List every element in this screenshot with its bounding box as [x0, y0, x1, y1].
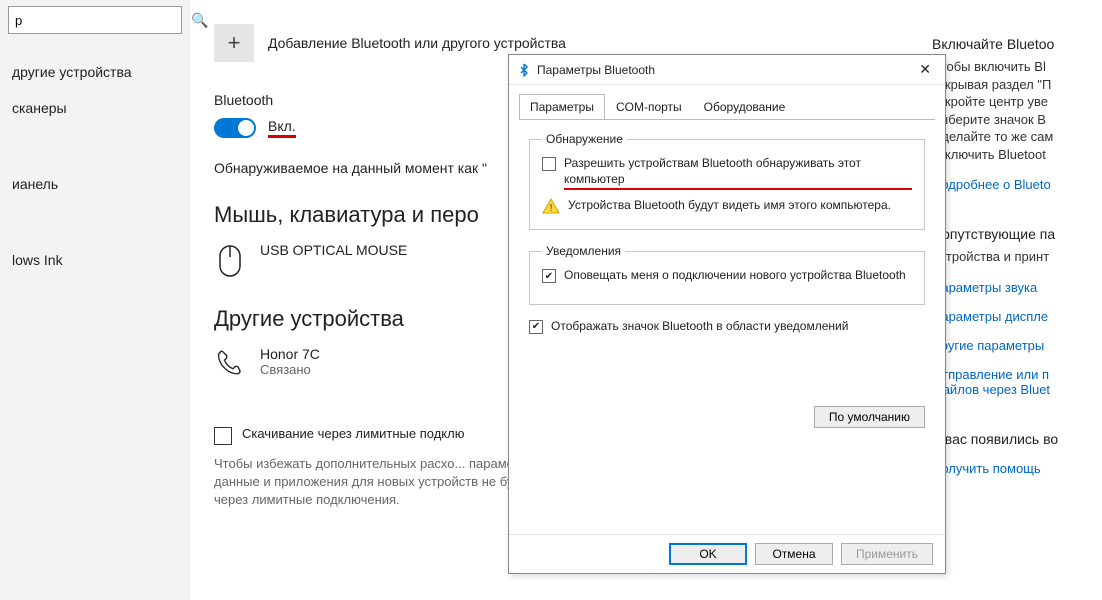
- apply-button[interactable]: Применить: [841, 543, 933, 565]
- device-name: USB OPTICAL MOUSE: [260, 242, 407, 258]
- show-tray-icon-label: Отображать значок Bluetooth в области ув…: [551, 319, 848, 335]
- link-send-files[interactable]: Отправление или п файлов через Bluet: [932, 367, 1098, 397]
- restore-defaults-button[interactable]: По умолчанию: [814, 406, 925, 428]
- right-heading-3: У вас появились во: [932, 431, 1098, 447]
- ok-button[interactable]: OK: [669, 543, 747, 565]
- settings-sidebar: 🔍 другие устройства сканеры ианель lows …: [0, 0, 190, 600]
- svg-text:!: !: [550, 203, 553, 214]
- sidebar-item-panel[interactable]: ианель: [0, 166, 190, 202]
- cancel-button[interactable]: Отмена: [755, 543, 833, 565]
- bluetooth-toggle-label: Вкл.: [268, 118, 296, 138]
- notifications-legend: Уведомления: [542, 244, 625, 258]
- notify-new-device-label: Оповещать меня о подключении нового устр…: [564, 268, 906, 284]
- device-status: Связано: [260, 362, 320, 377]
- related-panel: Включайте Bluetoo Чтобы включить Bl откр…: [932, 0, 1102, 600]
- bluetooth-settings-dialog: Параметры Bluetooth ✕ Параметры COM-порт…: [508, 54, 946, 574]
- link-get-help[interactable]: Получить помощь: [932, 461, 1098, 476]
- tab-hardware[interactable]: Оборудование: [693, 94, 797, 120]
- tab-parameters[interactable]: Параметры: [519, 94, 605, 120]
- search-box[interactable]: 🔍: [8, 6, 182, 34]
- bluetooth-toggle[interactable]: [214, 118, 256, 138]
- dialog-tabs: Параметры COM-порты Оборудование: [509, 85, 945, 119]
- notifications-group: Уведомления Оповещать меня о подключении…: [529, 244, 925, 305]
- allow-discovery-label: Разрешить устройствам Bluetooth обнаружи…: [564, 156, 912, 190]
- search-input[interactable]: [15, 13, 191, 28]
- dialog-title: Параметры Bluetooth: [537, 63, 913, 77]
- tab-com-ports[interactable]: COM-порты: [605, 94, 693, 120]
- plus-icon: +: [228, 30, 241, 56]
- link-more-bluetooth[interactable]: Подробнее о Blueto: [932, 177, 1098, 192]
- metered-download-checkbox[interactable]: [214, 427, 232, 445]
- right-heading-1: Включайте Bluetoo: [932, 36, 1098, 52]
- notify-new-device-checkbox[interactable]: [542, 269, 556, 283]
- dialog-titlebar[interactable]: Параметры Bluetooth ✕: [509, 55, 945, 85]
- show-tray-icon-checkbox[interactable]: [529, 320, 543, 334]
- sidebar-item-windows-ink[interactable]: lows Ink: [0, 242, 190, 278]
- warning-icon: !: [542, 198, 560, 217]
- link-sound[interactable]: Параметры звука: [932, 280, 1098, 295]
- link-other-params[interactable]: Другие параметры: [932, 338, 1098, 353]
- right-text-2: Устройства и принт: [932, 248, 1098, 266]
- phone-icon: [214, 346, 246, 384]
- tab-content: Обнаружение Разрешить устройствам Blueto…: [519, 119, 935, 526]
- link-display[interactable]: Параметры диспле: [932, 309, 1098, 324]
- discovery-legend: Обнаружение: [542, 132, 627, 146]
- discovery-warning-text: Устройства Bluetooth будут видеть имя эт…: [568, 198, 891, 214]
- right-text-1: Чтобы включить Bl открывая раздел "П отк…: [932, 58, 1098, 163]
- sidebar-item-other-devices[interactable]: другие устройства: [0, 54, 190, 90]
- right-heading-2: Сопутствующие па: [932, 226, 1098, 242]
- sidebar-item-scanners[interactable]: сканеры: [0, 90, 190, 126]
- add-device-button[interactable]: +: [214, 24, 254, 62]
- add-device-label: Добавление Bluetooth или другого устройс…: [268, 35, 566, 51]
- metered-download-label: Скачивание через лимитные подклю: [242, 426, 464, 441]
- allow-discovery-checkbox[interactable]: [542, 157, 556, 171]
- discovery-group: Обнаружение Разрешить устройствам Blueto…: [529, 132, 925, 230]
- close-button[interactable]: ✕: [913, 61, 937, 78]
- bluetooth-icon: [517, 63, 531, 77]
- device-name: Honor 7C: [260, 346, 320, 362]
- mouse-icon: [214, 242, 246, 280]
